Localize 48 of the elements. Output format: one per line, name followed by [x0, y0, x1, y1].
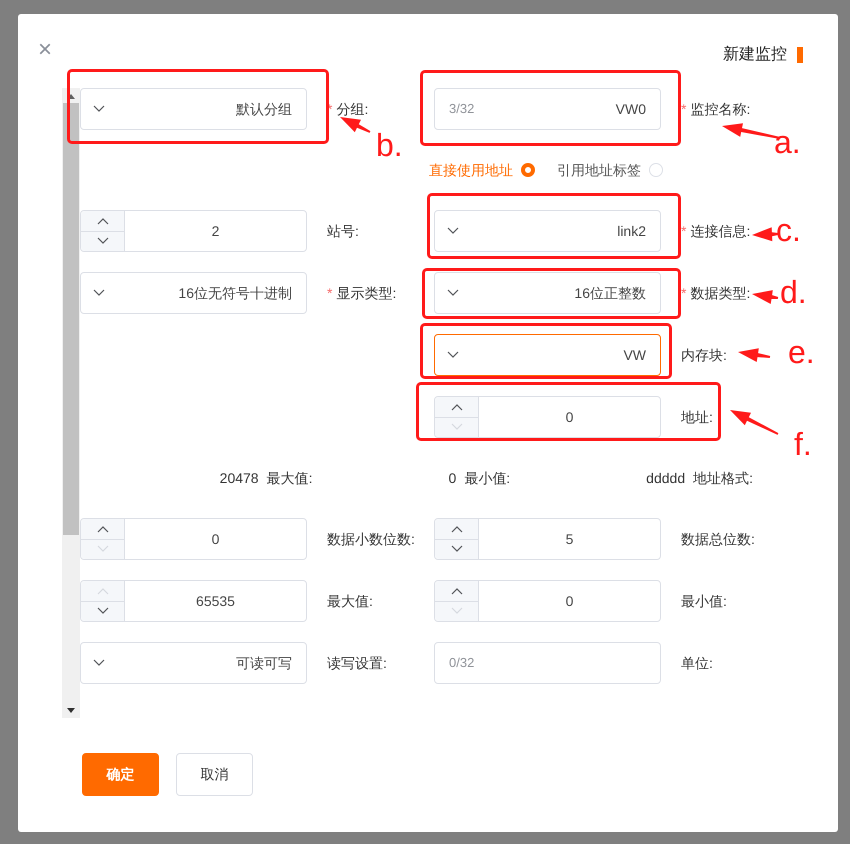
- field-label: 单位:: [681, 654, 713, 672]
- field-label: 内存块:: [681, 346, 727, 364]
- select-field[interactable]: 默认分组: [80, 88, 307, 130]
- radio-option[interactable]: 引用地址标签: [557, 160, 663, 180]
- character-count: 3/32: [448, 100, 474, 118]
- annotation-label: a.: [774, 126, 801, 158]
- field-label: 连接信息:: [690, 222, 750, 240]
- number-field[interactable]: 0: [434, 580, 661, 622]
- field-label: 最小值:: [681, 592, 727, 610]
- annotation-label: f.: [794, 428, 812, 460]
- info-label: 地址格式:: [693, 468, 753, 488]
- number-field[interactable]: 0: [434, 396, 661, 438]
- info-value: ddddd: [646, 468, 686, 488]
- info-value: 0: [448, 468, 456, 488]
- info-label: 最大值:: [266, 468, 312, 488]
- annotation-label: e.: [788, 336, 815, 368]
- field-label: 分组:: [336, 100, 368, 118]
- field-label: 最大值:: [327, 592, 373, 610]
- number-field[interactable]: 0: [80, 518, 307, 560]
- info-label: 最小值:: [464, 468, 510, 488]
- annotation-label: b.: [376, 129, 403, 161]
- dialog-title: 新建监控: [723, 44, 787, 65]
- number-field[interactable]: 5: [434, 518, 661, 560]
- required-mark: *: [681, 100, 686, 118]
- field-label: 数据类型:: [690, 284, 750, 302]
- select-field[interactable]: 16位无符号十进制: [80, 272, 307, 314]
- number-field[interactable]: 2: [80, 210, 307, 252]
- field-label: 读写设置:: [327, 654, 387, 672]
- field-label: 数据总位数:: [681, 530, 755, 548]
- info-value: 20478: [220, 468, 259, 488]
- cancel-button[interactable]: 取消: [176, 753, 253, 796]
- number-field[interactable]: 65535: [80, 580, 307, 622]
- select-field[interactable]: link2: [434, 210, 661, 252]
- annotation-label: c.: [776, 214, 801, 246]
- text-field[interactable]: 3/32 VW0: [434, 88, 661, 130]
- character-count: 0/32: [448, 654, 474, 672]
- select-field[interactable]: VW: [434, 334, 661, 376]
- annotation-label: d.: [780, 276, 807, 308]
- field-label: 监控名称:: [690, 100, 750, 118]
- required-mark: *: [681, 222, 686, 240]
- field-label: 显示类型:: [336, 284, 396, 302]
- field-label: 站号:: [327, 222, 359, 240]
- required-mark: *: [681, 284, 686, 302]
- field-label: 数据小数位数:: [327, 530, 415, 548]
- field-label: 地址:: [681, 408, 713, 426]
- select-field[interactable]: 可读可写: [80, 642, 307, 684]
- select-field[interactable]: 16位正整数: [434, 272, 661, 314]
- required-mark: *: [327, 284, 332, 302]
